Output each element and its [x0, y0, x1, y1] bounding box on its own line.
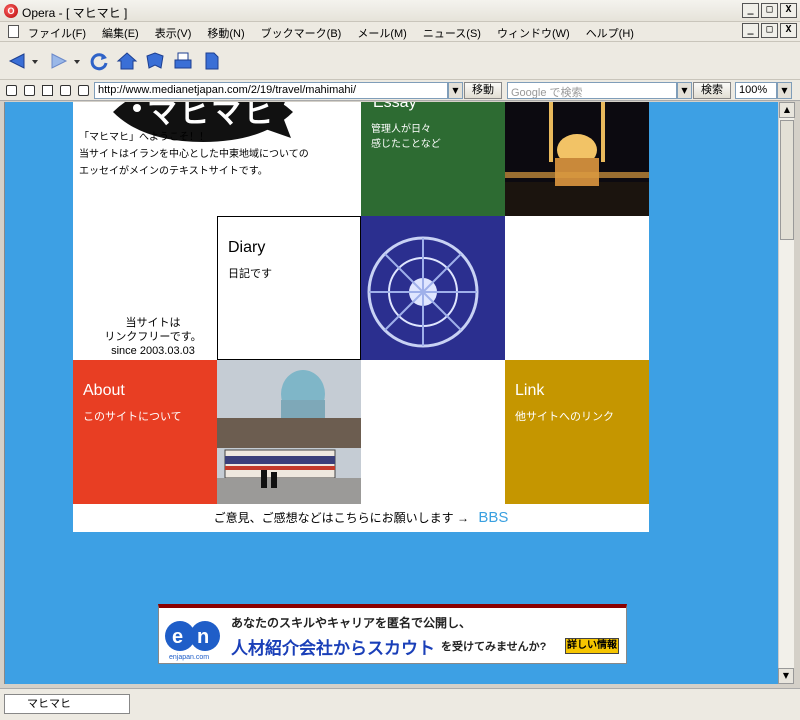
search-dropdown-icon[interactable]: ▼ [677, 82, 692, 99]
logo-cell: マヒマヒ 「マヒマヒ」へようこそ！！ 当サイトはイランを中心とした中東地域につい… [73, 102, 361, 217]
back-icon[interactable] [6, 50, 28, 72]
page-viewport: マヒマヒ 「マヒマヒ」へようこそ！！ 当サイトはイランを中心とした中東地域につい… [4, 102, 778, 684]
back-dropdown-icon[interactable] [30, 50, 40, 72]
url-dropdown-icon[interactable]: ▼ [448, 82, 463, 99]
site-grid: マヒマヒ 「マヒマヒ」へようこそ！！ 当サイトはイランを中心とした中東地域につい… [73, 102, 649, 532]
menu-window[interactable]: ウィンドウ(W) [497, 25, 570, 41]
menu-help[interactable]: ヘルプ(H) [586, 25, 634, 41]
link-subtitle: 他サイトへのリンク [515, 411, 614, 423]
search-field[interactable]: Google で検索 [507, 82, 677, 99]
opera-logo-icon: O [4, 4, 18, 18]
document-icon [8, 25, 19, 38]
enjapan-domain: enjapan.com [169, 654, 210, 661]
svg-text:e: e [172, 626, 183, 648]
essay-title: Essay [373, 102, 417, 111]
shrine-bus-photo [217, 360, 361, 504]
feedback-line: ご意見、ご感想などはこちらにお願いします → BBS [73, 504, 649, 532]
essay-subtitle: 管理人が日々 感じたことなど [371, 124, 441, 150]
menu-navigate[interactable]: 移動(N) [207, 25, 244, 41]
page-icon[interactable] [200, 50, 222, 72]
status-bar: マヒマヒ [0, 688, 800, 720]
menu-view[interactable]: 表示(V) [155, 25, 192, 41]
zoom-field[interactable]: 100% [735, 82, 777, 99]
banner-line-2b: を受けてみませんか? [441, 641, 547, 653]
window-title: Opera - [ マヒマヒ ] [22, 6, 128, 20]
go-button[interactable]: 移動 [464, 82, 502, 99]
essay-tile[interactable]: Essay 管理人が日々 感じたことなど [361, 102, 505, 216]
menu-bar: ファイル(F) 編集(E) 表示(V) 移動(N) ブックマーク(B) メール(… [0, 22, 800, 42]
doc-close-button[interactable]: X [780, 23, 797, 38]
search-button[interactable]: 検索 [693, 82, 731, 99]
menu-file[interactable]: ファイル(F) [28, 25, 86, 41]
title-bar: O Opera - [ マヒマヒ ] _ □ X [0, 0, 800, 22]
scroll-up-icon[interactable]: ▲ [779, 102, 795, 118]
menu-mail[interactable]: メール(M) [357, 25, 407, 41]
diary-tile[interactable]: Diary 日記です [217, 216, 361, 360]
enjapan-banner[interactable]: e n enjapan.com あなたのスキルやキャリアを匿名で公開し、 人材紹… [158, 604, 627, 664]
diary-subtitle: 日記です [228, 268, 272, 280]
vertical-scrollbar[interactable]: ▲ [778, 102, 795, 684]
intro-text: 「マヒマヒ」へようこそ！！ 当サイトはイランを中心とした中東地域についての エッ… [79, 132, 309, 177]
logo-text: マヒマヒ [147, 102, 275, 130]
camera-icon[interactable] [24, 85, 35, 96]
diary-title: Diary [228, 239, 266, 256]
address-bar: http://www.medianetjapan.com/2/19/travel… [0, 80, 800, 101]
new-page-icon[interactable] [42, 85, 53, 96]
menu-bookmarks[interactable]: ブックマーク(B) [261, 25, 342, 41]
close-button[interactable]: X [780, 3, 797, 18]
about-tile[interactable]: About このサイトについて [73, 360, 217, 504]
url-field[interactable]: http://www.medianetjapan.com/2/19/travel… [94, 82, 448, 99]
hotlist-icon[interactable] [144, 50, 166, 72]
menu-news[interactable]: ニュース(S) [423, 25, 481, 41]
about-title: About [83, 382, 125, 399]
menu-edit[interactable]: 編集(E) [102, 25, 139, 41]
banner-line-2: 人材紹介会社からスカウト [231, 639, 435, 658]
security-icon[interactable] [6, 85, 17, 96]
tile-pattern-image [361, 216, 505, 360]
link-title: Link [515, 382, 545, 399]
doc-restore-button[interactable]: □ [761, 23, 778, 38]
forward-dropdown-icon[interactable] [72, 50, 82, 72]
about-subtitle: このサイトについて [83, 411, 182, 423]
doc-minimize-button[interactable]: _ [742, 23, 759, 38]
linkfree-cell: 当サイトは リンクフリーです。 since 2003.03.03 [73, 216, 217, 360]
maximize-button[interactable]: □ [761, 3, 778, 18]
svg-text:n: n [197, 626, 209, 648]
print-small-icon[interactable] [60, 85, 71, 96]
bbs-link[interactable]: BBS [478, 509, 508, 526]
banner-more-button[interactable]: 詳しい情報 [565, 638, 619, 654]
linkfree-text: 当サイトは リンクフリーです。 since 2003.03.03 [104, 317, 202, 357]
home-icon[interactable] [116, 50, 138, 72]
scroll-down-icon[interactable]: ▼ [778, 668, 794, 684]
scroll-thumb[interactable] [780, 120, 794, 240]
banner-line-1: あなたのスキルやキャリアを匿名で公開し、 [231, 616, 472, 630]
minimize-button[interactable]: _ [742, 3, 759, 18]
forward-icon[interactable] [48, 50, 70, 72]
link-tile[interactable]: Link 他サイトへのリンク [505, 360, 649, 504]
page-small-icon[interactable] [78, 85, 89, 96]
reload-icon[interactable] [88, 50, 110, 72]
toolbar [0, 42, 800, 80]
page-tab[interactable]: マヒマヒ [4, 694, 130, 714]
print-icon[interactable] [172, 50, 194, 72]
mosque-night-photo [505, 102, 649, 216]
zoom-dropdown-icon[interactable]: ▼ [777, 82, 792, 99]
feedback-text: ご意見、ご感想などはこちらにお願いします → [213, 511, 469, 525]
